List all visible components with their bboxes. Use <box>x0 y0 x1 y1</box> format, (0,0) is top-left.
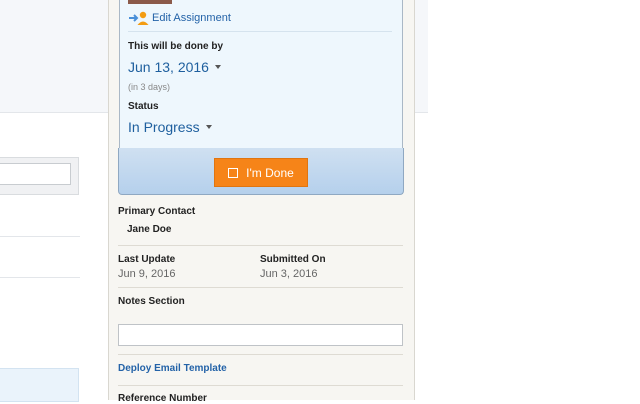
im-done-label: I'm Done <box>246 165 294 180</box>
divider <box>128 31 392 32</box>
edit-assignment-link[interactable]: Edit Assignment <box>128 9 231 27</box>
submitted-on-label: Submitted On <box>260 254 326 265</box>
left-divider <box>0 277 80 278</box>
due-date-value: Jun 13, 2016 <box>128 59 209 75</box>
last-update-value: Jun 9, 2016 <box>118 268 176 280</box>
status-value: In Progress <box>128 119 200 135</box>
primary-contact-label: Primary Contact <box>118 206 196 217</box>
submitted-on-value: Jun 3, 2016 <box>260 268 318 280</box>
edit-assignment-label[interactable]: Edit Assignment <box>152 12 231 24</box>
last-update-label: Last Update <box>118 254 176 265</box>
left-divider <box>0 236 80 237</box>
due-date-dropdown[interactable]: Jun 13, 2016 <box>128 59 221 75</box>
primary-contact-value: Jane Doe <box>127 224 172 235</box>
divider <box>118 354 403 355</box>
status-label: Status <box>128 101 159 112</box>
divider <box>118 245 403 246</box>
reassign-icon <box>128 10 150 26</box>
due-label: This will be done by <box>128 41 224 52</box>
divider <box>118 287 403 288</box>
notes-section-label: Notes Section <box>118 296 185 307</box>
left-selected-item[interactable] <box>0 368 79 402</box>
chevron-down-icon <box>214 65 221 69</box>
im-done-button[interactable]: I'm Done <box>214 158 308 187</box>
deploy-email-template-link[interactable]: Deploy Email Template <box>118 363 227 374</box>
chevron-down-icon <box>205 125 212 129</box>
reference-number-label: Reference Number <box>118 393 207 404</box>
status-dropdown[interactable]: In Progress <box>128 119 212 135</box>
checkbox-icon <box>228 167 239 178</box>
due-relative-text: (in 3 days) <box>128 82 171 92</box>
notes-input[interactable] <box>118 324 403 346</box>
assignee-thumbnail <box>128 0 172 4</box>
left-search-input[interactable] <box>0 163 71 185</box>
divider <box>118 385 403 386</box>
